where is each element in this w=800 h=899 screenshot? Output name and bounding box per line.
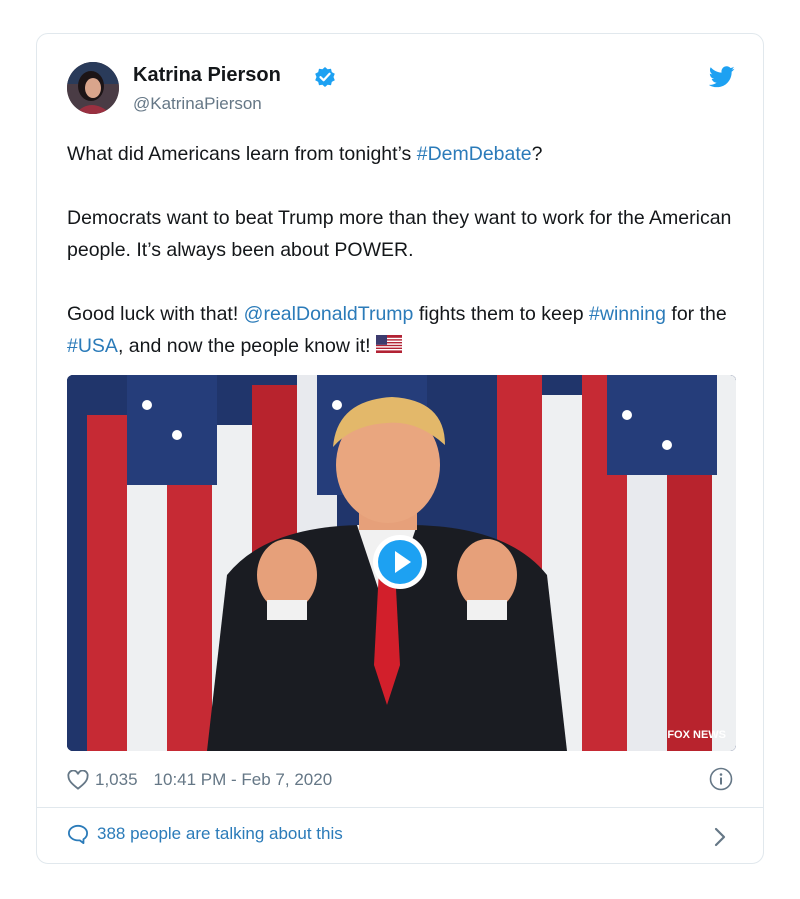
tweet-text: What did Americans learn from tonight’s …	[67, 138, 737, 395]
tweet-card: Katrina Pierson @KatrinaPierson What did…	[36, 33, 764, 864]
tweet-paragraph: Good luck with that! @realDonaldTrump fi…	[67, 298, 737, 363]
tweet-text-segment: Good luck with that!	[67, 303, 244, 325]
hashtag-link[interactable]: #DemDebate	[417, 143, 532, 165]
chevron-right-icon[interactable]	[713, 826, 727, 848]
like-count[interactable]: 1,035	[95, 770, 138, 790]
speech-bubble-icon	[67, 824, 89, 844]
author-name[interactable]: Katrina Pierson	[133, 64, 281, 87]
fox-news-watermark: FOX NEWS	[667, 729, 726, 741]
hashtag-link[interactable]: #winning	[589, 303, 666, 325]
tweet-paragraph: What did Americans learn from tonight’s …	[67, 138, 737, 170]
avatar[interactable]	[67, 62, 119, 114]
tweet-text-segment: Democrats want to beat Trump more than t…	[67, 207, 732, 261]
tweet-meta: 1,035 10:41 PM - Feb 7, 2020	[67, 767, 332, 793]
verified-badge-icon	[314, 66, 336, 88]
mention-link[interactable]: @realDonaldTrump	[244, 303, 414, 325]
tweet-text-segment: What did Americans learn from tonight’s	[67, 143, 417, 165]
twitter-bird-icon[interactable]	[708, 66, 735, 88]
tweet-text-segment: , and now the people know it!	[117, 335, 376, 357]
info-icon[interactable]	[709, 767, 733, 791]
conversation-link[interactable]: 388 people are talking about this	[67, 824, 343, 844]
tweet-text-segment: fights them to keep	[413, 303, 590, 325]
play-icon[interactable]	[371, 533, 429, 591]
hashtag-link[interactable]: #USA	[67, 335, 118, 357]
talking-about-text[interactable]: 388 people are talking about this	[97, 824, 343, 844]
divider	[37, 807, 763, 808]
author-handle[interactable]: @KatrinaPierson	[133, 94, 262, 114]
us-flag-emoji	[375, 331, 402, 363]
tweet-paragraph: Democrats want to beat Trump more than t…	[67, 202, 737, 266]
tweet-text-segment: for the	[666, 303, 727, 325]
heart-icon[interactable]	[67, 769, 89, 790]
timestamp[interactable]: 10:41 PM - Feb 7, 2020	[154, 770, 333, 790]
tweet-text-segment: ?	[531, 143, 543, 165]
tweet-video[interactable]: FOX NEWS	[67, 375, 736, 751]
